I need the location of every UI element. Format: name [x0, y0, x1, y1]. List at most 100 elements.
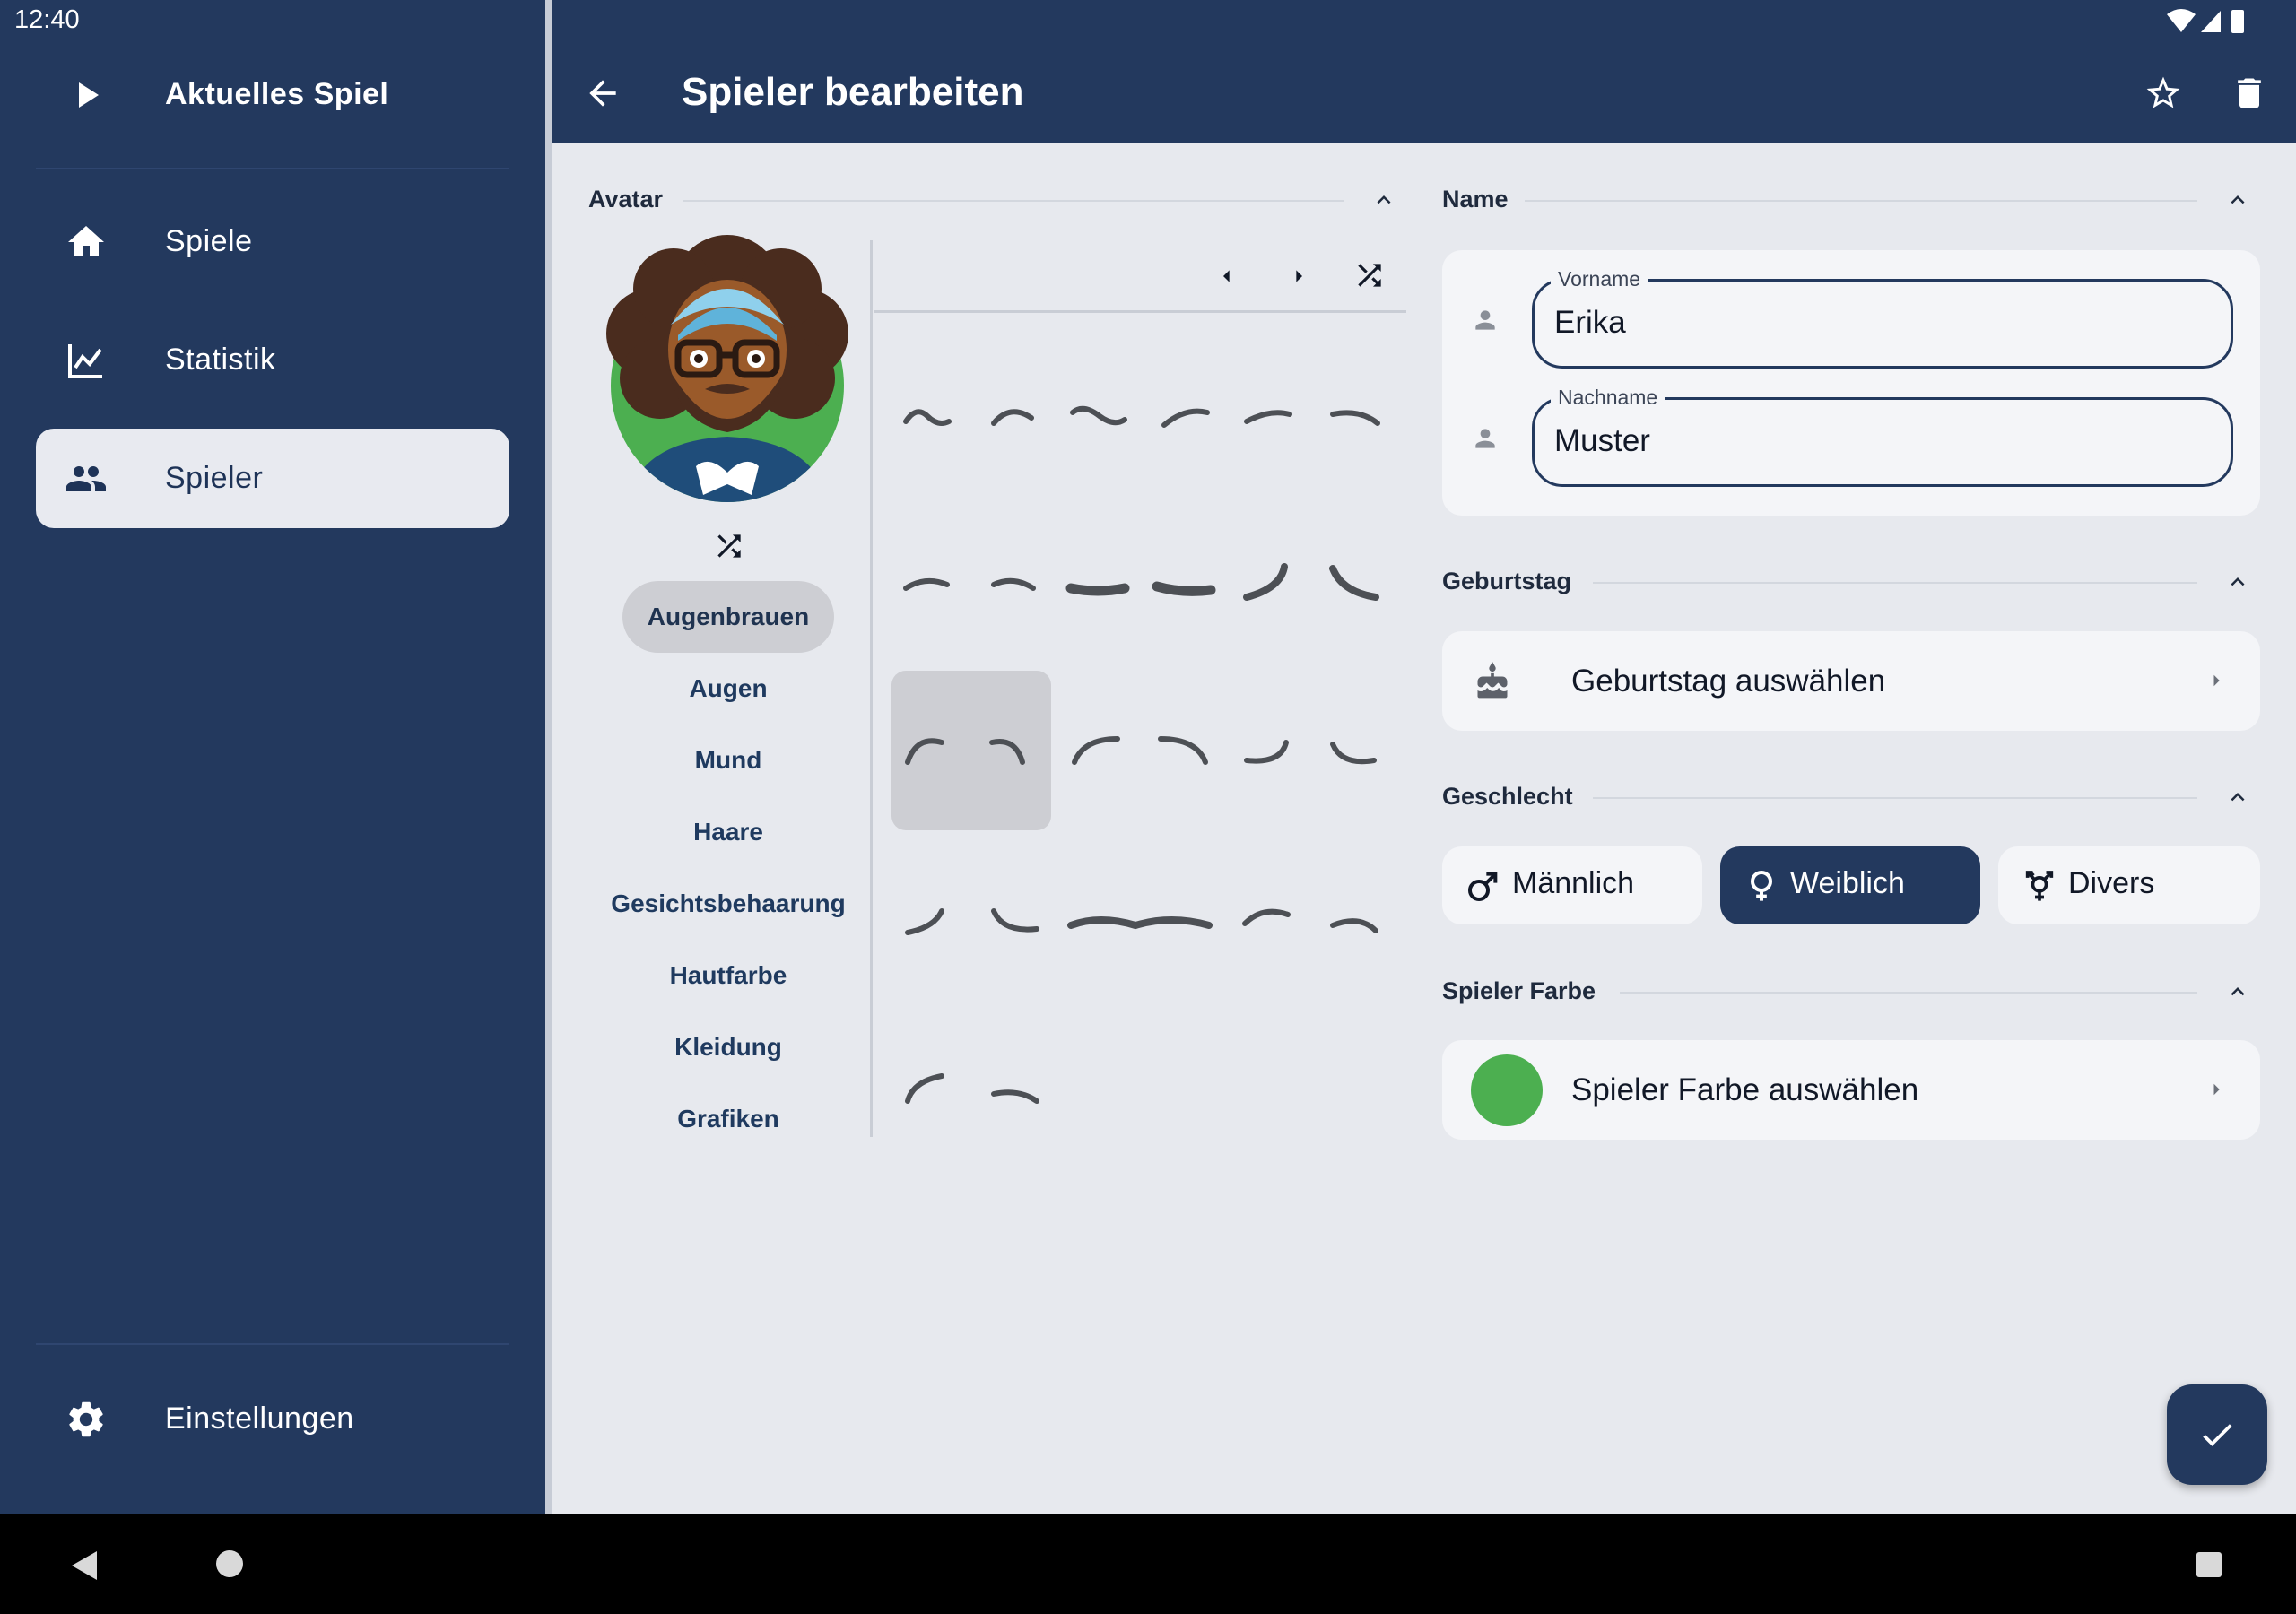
- eyebrow-option: [1330, 410, 1380, 426]
- nav-divider: [36, 168, 509, 169]
- person-icon: [1475, 429, 1495, 448]
- eyebrow-option: [905, 908, 944, 935]
- nav-item-spiele[interactable]: Spiele: [36, 192, 509, 291]
- eyebrow-grid: [903, 405, 1380, 1104]
- cake-icon: [1477, 662, 1508, 699]
- color-swatch: [1471, 1054, 1543, 1126]
- next-page-icon[interactable]: [1284, 262, 1313, 291]
- eyebrow-option: [991, 409, 1034, 426]
- nav-item-statistik[interactable]: Statistik: [36, 310, 509, 410]
- previous-page-icon[interactable]: [1213, 262, 1241, 291]
- category-augen[interactable]: Augen: [574, 653, 883, 725]
- last-name-field[interactable]: Nachname Muster: [1532, 386, 2233, 487]
- section-title-birthday: Geburtstag: [1442, 568, 1572, 594]
- category-gesichtsbehaarung[interactable]: Gesichtsbehaarung: [574, 868, 883, 940]
- chart-icon: [68, 343, 102, 378]
- category-mund[interactable]: Mund: [574, 725, 883, 796]
- gender-option-female[interactable]: Weiblich: [1720, 846, 1980, 924]
- chevron-up-icon[interactable]: [2224, 568, 2251, 595]
- arrow-left-icon[interactable]: [583, 74, 622, 113]
- section-title-name: Name: [1442, 186, 1509, 213]
- last-name-label: Nachname: [1551, 386, 1665, 410]
- eyebrow-option: [1244, 740, 1289, 764]
- eyebrow-option: [1067, 916, 1213, 930]
- nav-divider: [36, 1343, 509, 1345]
- color-picker-button[interactable]: Spieler Farbe auswählen: [1442, 1040, 2260, 1140]
- people-icon: [66, 465, 106, 491]
- category-kleidung[interactable]: Kleidung: [574, 1011, 883, 1083]
- nav-current-game[interactable]: Aktuelles Spiel: [36, 45, 509, 144]
- eyebrow-option: [1244, 410, 1292, 424]
- shuffle-avatar-icon[interactable]: [712, 529, 746, 563]
- eyebrow-option: [989, 739, 1025, 765]
- person-icon: [1475, 310, 1495, 330]
- gear-icon: [69, 1401, 103, 1436]
- home-icon: [68, 225, 104, 256]
- back-nav-icon[interactable]: [70, 1549, 99, 1582]
- star-outline-icon[interactable]: [2144, 74, 2183, 113]
- eyebrow-option: [1070, 405, 1127, 426]
- eyebrow-option: [991, 908, 1039, 933]
- transgender-icon: [2025, 871, 2054, 901]
- gender-option-male[interactable]: Männlich: [1442, 846, 1702, 924]
- home-nav-icon[interactable]: [215, 1549, 244, 1578]
- status-icons: [2167, 9, 2244, 33]
- category-grafiken[interactable]: Grafiken: [574, 1083, 883, 1155]
- category-haare[interactable]: Haare: [574, 796, 883, 868]
- male-icon: [1468, 872, 1498, 901]
- nav-item-spieler[interactable]: Spieler: [36, 429, 509, 528]
- chevron-up-icon[interactable]: [2224, 784, 2251, 811]
- name-card: Vorname Erika Nachname Muster: [1442, 250, 2260, 516]
- eyebrow-option: [991, 1089, 1039, 1104]
- nav-item-label: Statistik: [165, 343, 276, 377]
- caret-right-icon: [2213, 1083, 2220, 1096]
- eyebrow-option: [1329, 565, 1379, 601]
- nav-item-label: Spiele: [165, 224, 253, 258]
- play-icon: [79, 82, 99, 108]
- recents-nav-icon[interactable]: [2196, 1551, 2222, 1578]
- eyebrow-option: [991, 577, 1036, 591]
- page-title: Spieler bearbeiten: [682, 70, 1024, 114]
- shuffle-item-icon[interactable]: [1352, 258, 1387, 292]
- section-title-avatar: Avatar: [588, 186, 664, 213]
- first-name-field[interactable]: Vorname Erika: [1532, 267, 2233, 369]
- category-hautfarbe[interactable]: Hautfarbe: [574, 940, 883, 1011]
- caret-right-icon: [2213, 674, 2220, 687]
- nav-item-settings[interactable]: Einstellungen: [36, 1369, 509, 1469]
- eyebrow-option: [903, 409, 952, 426]
- first-name-label: Vorname: [1551, 267, 1648, 291]
- gender-option-label: Divers: [2068, 866, 2155, 900]
- section-divider: [1525, 200, 2197, 202]
- save-fab[interactable]: [2167, 1384, 2267, 1485]
- last-name-value: Muster: [1554, 423, 1650, 458]
- eyebrow-option: [1152, 581, 1216, 596]
- category-divider: [870, 240, 873, 1137]
- eyebrow-option: [1072, 736, 1120, 765]
- chevron-up-icon[interactable]: [2224, 187, 2251, 213]
- navigation-drawer: 12:40 Aktuelles Spiel Spiele Statistik S…: [0, 0, 545, 1514]
- gender-option-label: Weiblich: [1790, 866, 1905, 900]
- nav-item-label: Einstellungen: [165, 1401, 354, 1436]
- eyebrow-option: [1242, 908, 1291, 926]
- section-divider: [1593, 797, 2197, 799]
- eyebrow-option: [1158, 736, 1208, 765]
- eyebrow-option: [905, 1073, 944, 1104]
- status-time: 12:40: [14, 5, 80, 34]
- eyebrow-option: [905, 738, 944, 765]
- first-name-value: Erika: [1554, 305, 1626, 340]
- gender-option-label: Männlich: [1512, 866, 1635, 900]
- birthday-picker-button[interactable]: Geburtstag auswählen: [1442, 631, 2260, 731]
- check-icon: [2203, 1424, 2232, 1446]
- gender-option-diverse[interactable]: Divers: [1998, 846, 2260, 924]
- avatar-image: [606, 235, 848, 502]
- grid-toolbar-divider: [874, 310, 1406, 313]
- female-icon: [1751, 871, 1772, 901]
- category-augenbrauen[interactable]: Augenbrauen: [622, 581, 834, 653]
- chevron-up-icon[interactable]: [1370, 187, 1397, 213]
- trash-icon[interactable]: [2230, 74, 2269, 113]
- section-divider: [1593, 582, 2197, 584]
- chevron-up-icon[interactable]: [2224, 978, 2251, 1005]
- section-divider: [683, 200, 1344, 202]
- drawer-edge: [545, 0, 552, 1514]
- nav-item-label: Spieler: [165, 461, 264, 495]
